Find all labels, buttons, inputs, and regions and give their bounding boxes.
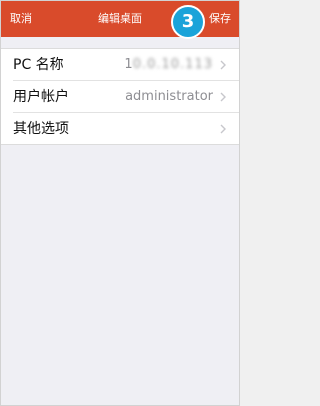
- save-button[interactable]: 保存: [209, 11, 231, 27]
- chevron-right-icon: [220, 124, 226, 134]
- chevron-right-icon: [220, 92, 226, 102]
- list-item-other-options[interactable]: 其他选项: [13, 113, 239, 144]
- edit-desktop-screen: 取消 编辑桌面 保存 3 PC 名称 10.0.10.113 用户帐户 admi…: [0, 0, 240, 406]
- list-item-user-account[interactable]: 用户帐户 administrator: [13, 81, 239, 113]
- pc-name-label: PC 名称: [13, 57, 64, 73]
- chevron-right-icon: [220, 60, 226, 70]
- list-item-pc-name[interactable]: PC 名称 10.0.10.113: [13, 49, 239, 81]
- pc-name-value-redacted: 0.0.10.113: [132, 57, 213, 72]
- step-number-badge: 3: [171, 5, 205, 39]
- other-options-label: 其他选项: [13, 121, 69, 137]
- user-account-value: administrator: [125, 89, 213, 104]
- settings-list: PC 名称 10.0.10.113 用户帐户 administrator 其他选…: [1, 48, 239, 145]
- pc-name-value: 10.0.10.113: [124, 55, 213, 75]
- user-account-label: 用户帐户: [13, 89, 69, 105]
- pc-name-value-prefix: 1: [124, 57, 133, 72]
